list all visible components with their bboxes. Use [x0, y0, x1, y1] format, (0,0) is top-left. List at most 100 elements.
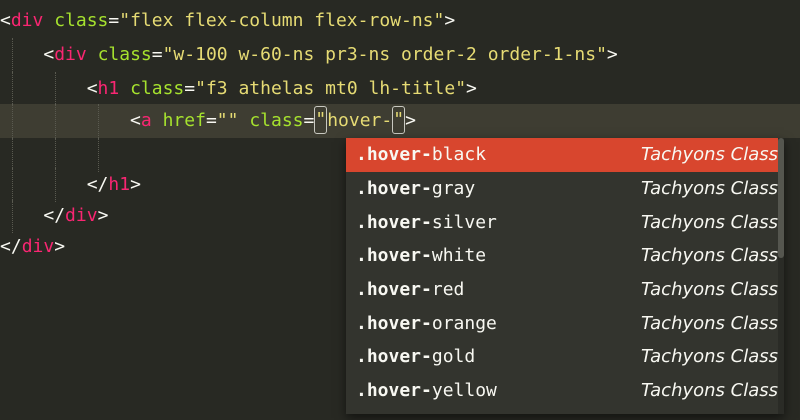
indent-guide [55, 104, 56, 138]
completion-kind: Tachyons Class [641, 313, 778, 334]
autocomplete-item-label: .hover-gray [356, 172, 475, 206]
tag-name: div [10, 10, 44, 31]
completion-kind: Tachyons Class [641, 346, 778, 367]
indent-guide [12, 104, 13, 138]
tag-close-bracket: > [444, 10, 456, 31]
autocomplete-item[interactable]: .hover-silver Tachyons Class [346, 206, 784, 240]
autocomplete-item-selected[interactable]: .hover-black Tachyons Class [346, 138, 784, 172]
autocomplete-item[interactable]: .hover-orange Tachyons Class [346, 307, 784, 341]
match-prefix: .hover- [356, 279, 432, 300]
completion-rest: gold [431, 346, 476, 367]
tag-name: div [21, 236, 55, 257]
typed-class-text: hover- [327, 110, 393, 131]
tag-close-bracket: > [97, 205, 109, 226]
completion-kind: Tachyons Class [641, 212, 778, 233]
equals-sign: = [184, 78, 196, 99]
completion-rest: gray [431, 178, 476, 199]
autocomplete-item-label: .hover-black [356, 138, 486, 172]
autocomplete-item-label: .hover-orange [356, 307, 497, 341]
completion-kind: Tachyons Class [641, 144, 778, 165]
tag-close-bracket: > [466, 78, 477, 99]
attribute-name: class [54, 10, 109, 31]
autocomplete-item-label: .hover-silver [356, 206, 497, 240]
indent-guide [55, 138, 56, 172]
indent-guide [98, 138, 99, 172]
attribute-value: "f3 athelas mt0 lh-title" [195, 78, 467, 99]
tag-name: a [140, 110, 152, 131]
attribute-value: "w-100 w-60-ns pr3-ns order-2 order-1-ns… [162, 44, 607, 65]
indent-guide [12, 168, 13, 202]
autocomplete-item[interactable]: .hover-white Tachyons Class [346, 239, 784, 273]
code-line-1[interactable]: <div class="flex flex-column flex-row-ns… [0, 4, 800, 38]
autocomplete-popup[interactable]: .hover-black Tachyons Class .hover-gray … [346, 138, 784, 414]
completion-kind: Tachyons Class [641, 279, 778, 300]
tag-name: h1 [97, 78, 120, 99]
code-line-3[interactable]: <h1 class="f3 athelas mt0 lh-title"> [0, 72, 800, 106]
tag-open-bracket: < [130, 110, 141, 131]
autocomplete-item-label: .hover-gold [356, 340, 475, 374]
completion-rest: orange [431, 313, 497, 334]
autocomplete-item[interactable]: .hover-gray Tachyons Class [346, 172, 784, 206]
equals-sign: = [108, 10, 120, 31]
tag-name: div [65, 205, 98, 226]
completion-kind: Tachyons Class [641, 178, 778, 199]
tag-open-bracket: </ [43, 205, 66, 226]
completion-kind: Tachyons Class [641, 380, 778, 401]
autocomplete-item-label: .hover-yellow [356, 374, 497, 408]
indent-guide [98, 104, 99, 138]
equals-sign: = [205, 110, 217, 131]
indent-guide [55, 168, 56, 202]
match-prefix: .hover- [356, 178, 432, 199]
attribute-name-href: href [162, 110, 206, 131]
match-prefix: .hover- [356, 380, 432, 401]
tag-name: div [54, 44, 87, 65]
autocomplete-item[interactable]: .hover-gold Tachyons Class [346, 340, 784, 374]
completion-rest: yellow [431, 380, 497, 401]
completion-rest: white [431, 245, 487, 266]
match-prefix: .hover- [356, 144, 432, 165]
completion-rest: black [431, 144, 487, 165]
indent-guide [12, 72, 13, 106]
autocomplete-item[interactable]: .hover-red Tachyons Class [346, 273, 784, 307]
match-prefix: .hover- [356, 346, 432, 367]
completion-rest: red [431, 279, 465, 300]
open-quote-highlight: " [314, 106, 328, 134]
tag-open-bracket: < [0, 10, 11, 31]
tag-open-bracket: < [43, 44, 55, 65]
close-quote-highlight: " [392, 106, 406, 134]
indent-guide [55, 72, 56, 106]
match-prefix: .hover- [356, 245, 432, 266]
tag-open-bracket: </ [86, 174, 109, 195]
tag-open-bracket: < [86, 78, 98, 99]
match-prefix: .hover- [356, 212, 432, 233]
tag-close-bracket: > [606, 44, 618, 65]
completion-kind: Tachyons Class [641, 245, 778, 266]
attribute-name: class [97, 44, 152, 65]
autocomplete-item-label: .hover-red [356, 273, 464, 307]
completion-rest: silver [431, 212, 497, 233]
autocomplete-item[interactable]: .hover-yellow Tachyons Class [346, 374, 784, 408]
tag-close-bracket: > [130, 174, 141, 195]
equals-sign: = [151, 44, 163, 65]
attribute-value-href: "" [216, 110, 239, 131]
code-line-2[interactable]: <div class="w-100 w-60-ns pr3-ns order-2… [0, 38, 800, 72]
attribute-name: class [249, 110, 304, 131]
attribute-name: class [130, 78, 185, 99]
tag-name: h1 [108, 174, 131, 195]
tag-close-bracket: > [405, 110, 416, 131]
scrollbar-thumb[interactable] [778, 138, 784, 258]
equals-sign: = [303, 110, 315, 131]
tag-close-bracket: > [54, 236, 66, 257]
autocomplete-item-label: .hover-white [356, 239, 486, 273]
indent-guide [12, 38, 13, 72]
indent-guide [12, 138, 13, 172]
code-line-4-active[interactable]: <a href="" class="hover-"> [0, 104, 800, 138]
attribute-value: "flex flex-column flex-row-ns" [119, 10, 445, 31]
tag-open-bracket: </ [0, 236, 22, 257]
match-prefix: .hover- [356, 313, 432, 334]
autocomplete-scrollbar[interactable] [778, 138, 784, 414]
